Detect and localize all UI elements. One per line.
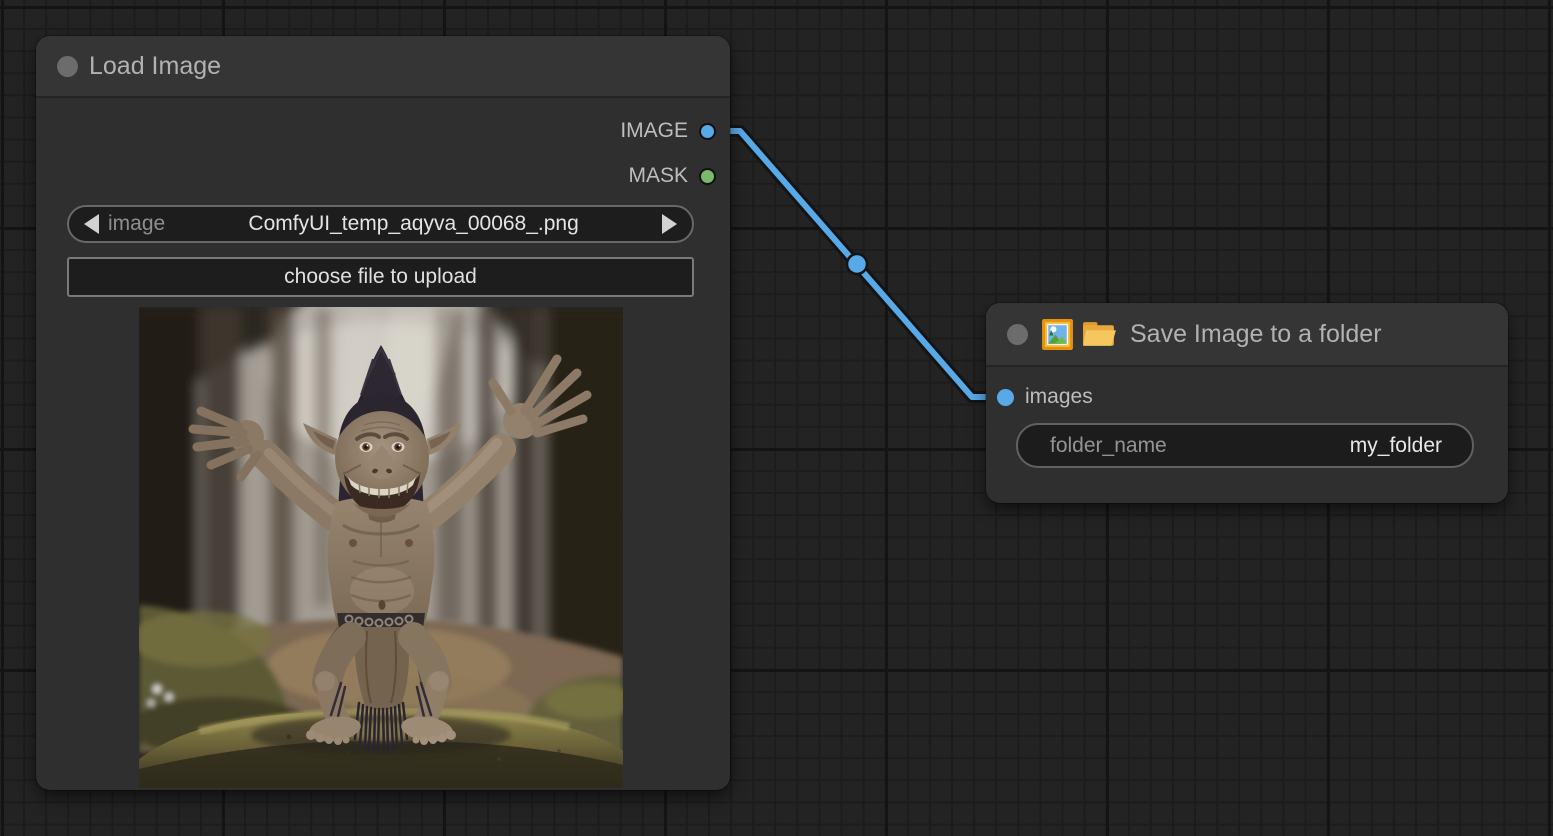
input-dot-images[interactable] [997,389,1014,406]
folder-name-value: my_folder [1350,434,1442,458]
collapse-dot-icon[interactable] [1007,324,1028,345]
node-title: Save Image to a folder [1130,320,1382,349]
load-image-node-header[interactable]: Load Image [36,36,730,98]
image-combo-widget[interactable]: image ComfyUI_temp_aqyva_00068_.png [67,205,694,243]
output-label-mask: MASK [628,164,688,188]
output-label-image: IMAGE [620,119,688,143]
node-title: Load Image [89,52,221,81]
choose-file-button[interactable]: choose file to upload [67,257,694,297]
combo-widget-label: image [108,212,165,236]
framed-picture-icon [1041,318,1074,351]
link-midpoint-dot[interactable] [847,254,867,274]
node-graph-canvas[interactable]: Load Image IMAGE MASK image ComfyUI_temp… [0,0,1553,836]
output-dot-mask[interactable] [699,168,716,185]
output-slot-mask: MASK [628,162,716,190]
save-image-node[interactable]: Save Image to a folder images folder_nam… [986,303,1508,503]
output-dot-image[interactable] [699,123,716,140]
image-preview [139,307,623,788]
open-folder-icon [1081,319,1118,350]
folder-name-label: folder_name [1050,434,1350,458]
combo-next-arrow-icon[interactable] [662,214,677,234]
input-label-images: images [1025,385,1093,409]
input-slot-images: images [997,383,1093,411]
load-image-node[interactable]: Load Image IMAGE MASK image ComfyUI_temp… [36,36,730,790]
combo-prev-arrow-icon[interactable] [84,214,99,234]
save-image-node-header[interactable]: Save Image to a folder [986,303,1508,367]
folder-name-widget[interactable]: folder_name my_folder [1016,423,1474,468]
collapse-dot-icon[interactable] [57,56,78,77]
output-slot-image: IMAGE [620,117,716,145]
combo-widget-value: ComfyUI_temp_aqyva_00068_.png [165,212,662,236]
